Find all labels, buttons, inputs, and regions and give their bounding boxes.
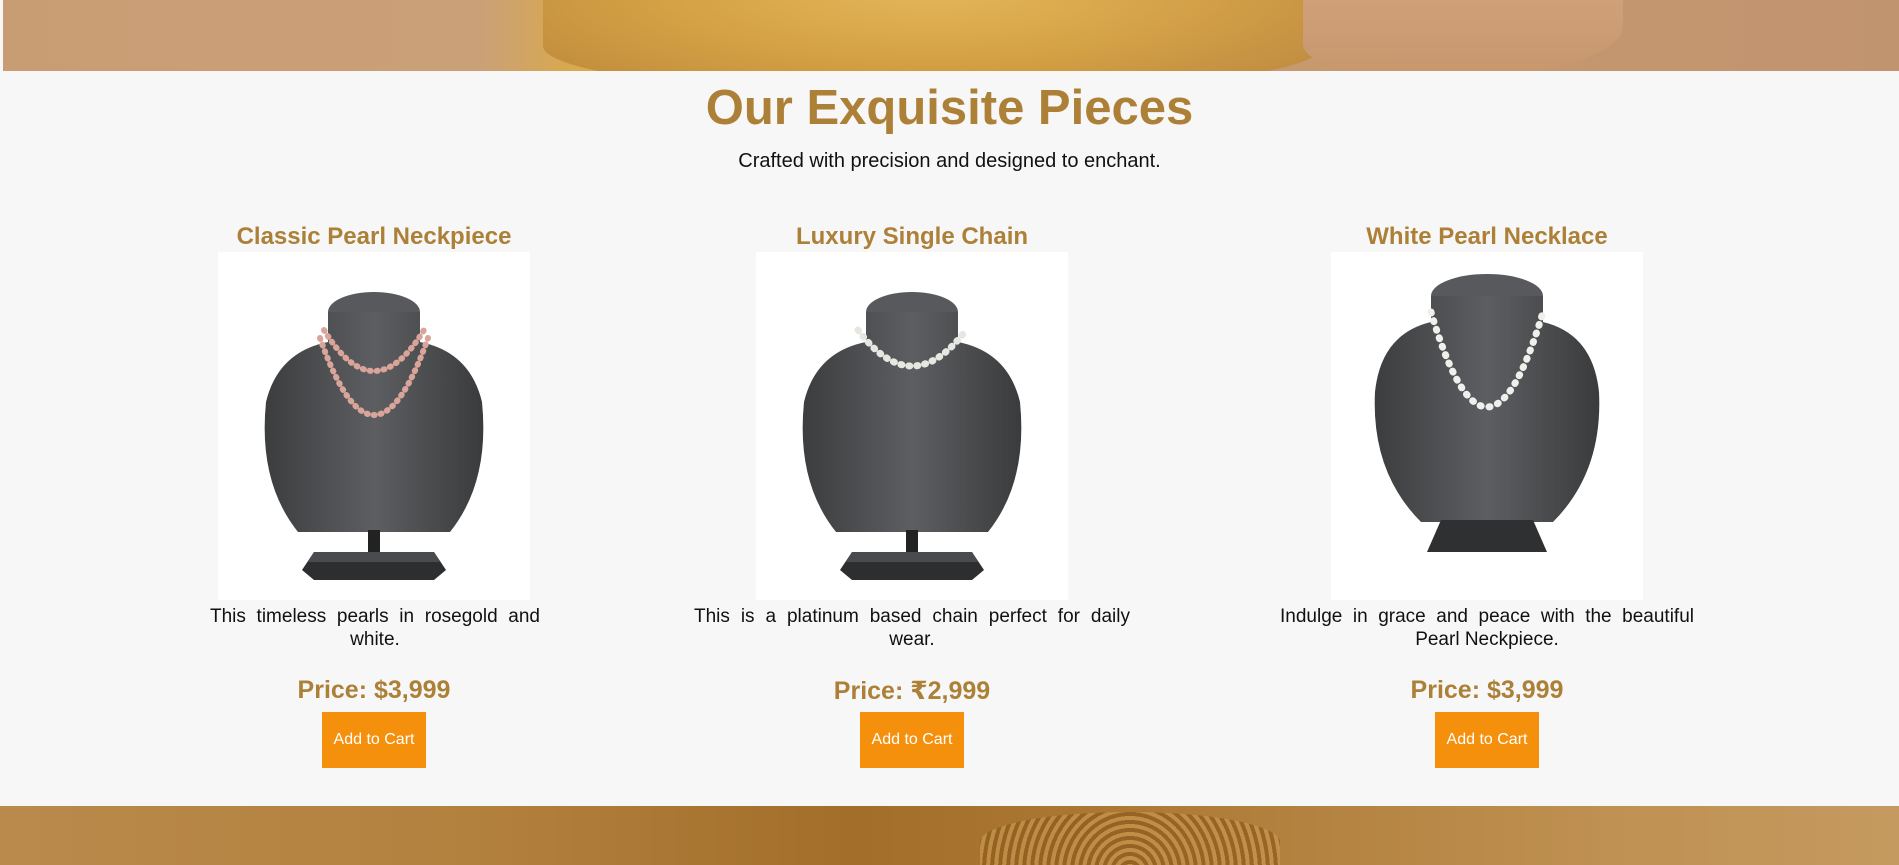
product-image — [218, 252, 530, 600]
product-description: This timeless pearls in rosegold and whi… — [210, 606, 540, 650]
ornament-shape — [980, 812, 1280, 865]
section-subtitle: Crafted with precision and designed to e… — [738, 150, 1161, 172]
product-name: Luxury Single Chain — [795, 223, 1029, 250]
page: Our Exquisite Pieces Crafted with precis… — [0, 0, 1899, 865]
product-image — [756, 252, 1068, 600]
product-image — [1331, 252, 1643, 600]
add-to-cart-button[interactable]: Add to Cart — [860, 712, 964, 768]
necklace-bust-icon — [264, 292, 484, 580]
necklace-bust-icon — [802, 292, 1022, 580]
product-price: Price: ₹2,999 — [833, 677, 991, 705]
product-card: Luxury Single Chain This is a platinum b… — [694, 222, 1130, 768]
hero-robe-shape — [543, 0, 1323, 71]
hero-banner-image — [3, 0, 1899, 71]
add-to-cart-button[interactable]: Add to Cart — [322, 712, 426, 768]
product-price: Price: $3,999 — [1410, 676, 1564, 704]
product-card: Classic Pearl Neckpiece This timeless pe… — [194, 222, 554, 768]
product-description: Indulge in grace and peace with the beau… — [1280, 606, 1694, 650]
product-name: White Pearl Necklace — [1366, 223, 1608, 250]
necklace-bust-icon — [1374, 274, 1600, 552]
product-description: This is a platinum based chain perfect f… — [694, 606, 1130, 650]
footer-banner-image — [0, 806, 1899, 865]
section-title: Our Exquisite Pieces — [705, 81, 1194, 135]
product-card: White Pearl Necklace Indulge in grace an… — [1280, 222, 1694, 768]
add-to-cart-button[interactable]: Add to Cart — [1435, 712, 1539, 768]
hero-arm-shape — [1303, 0, 1623, 71]
product-price: Price: $3,999 — [297, 676, 451, 704]
product-name: Classic Pearl Neckpiece — [236, 223, 512, 250]
